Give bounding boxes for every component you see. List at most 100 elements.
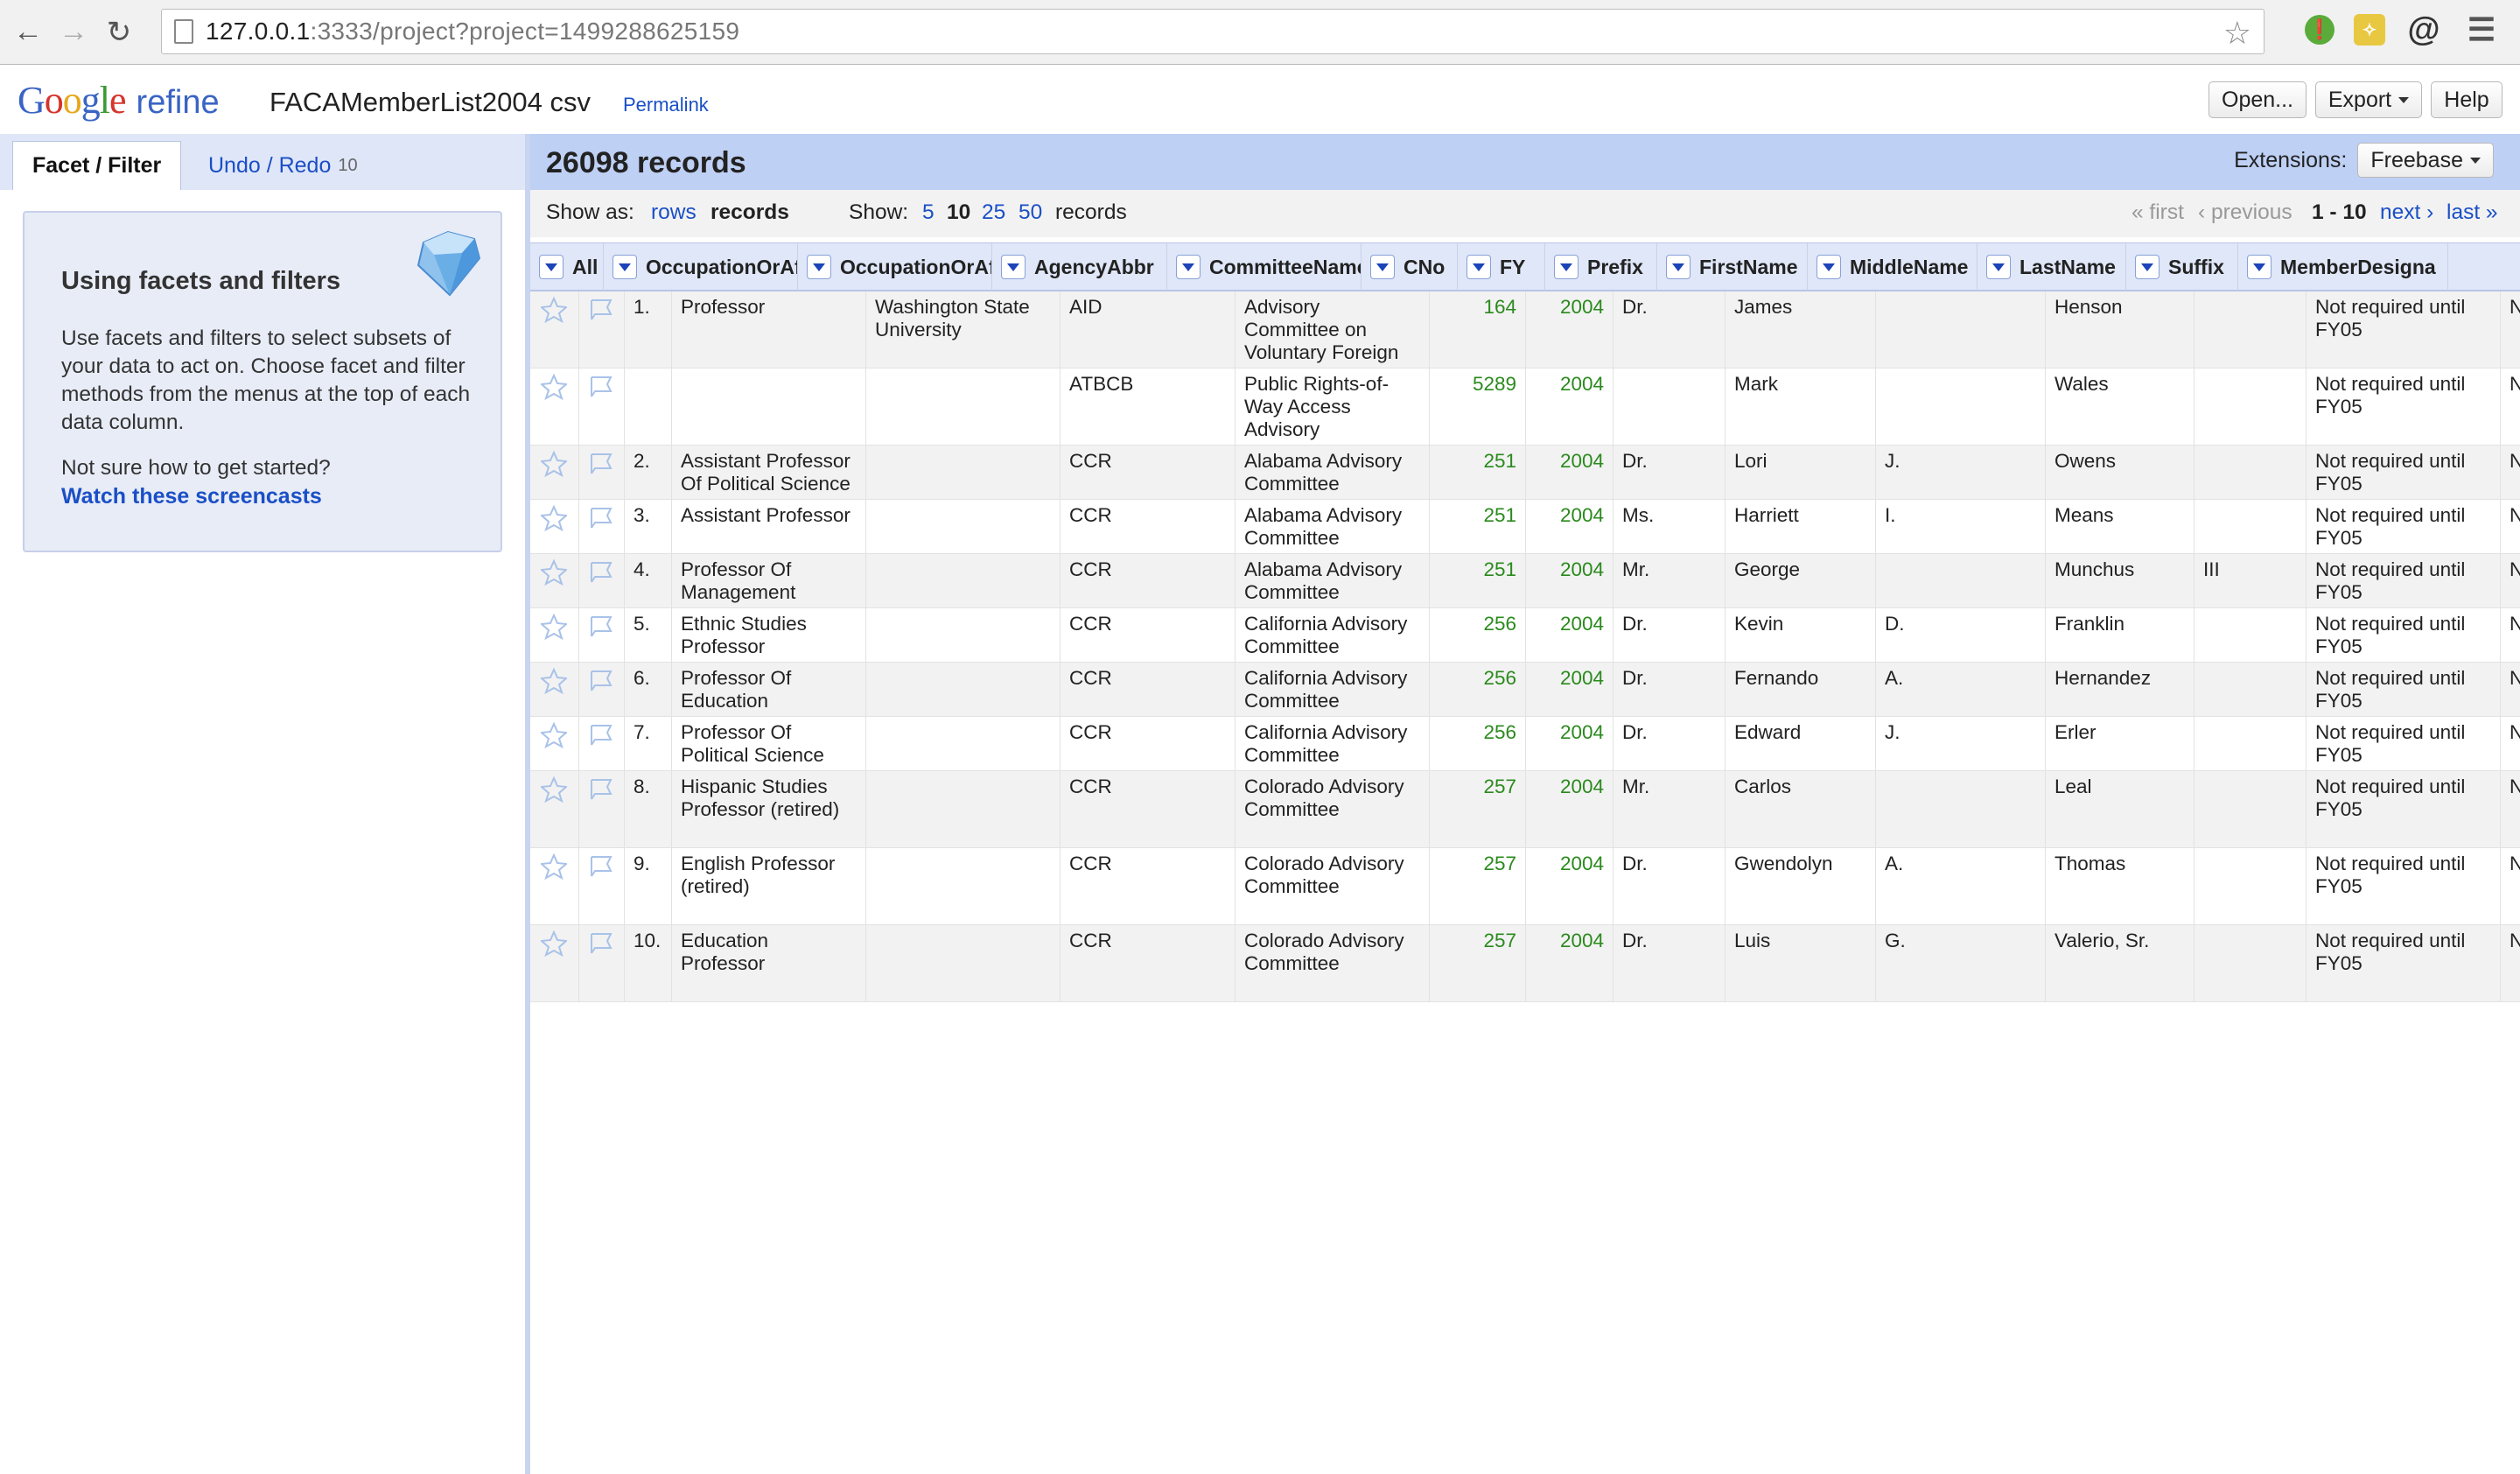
- extension-icon[interactable]: ✧: [2354, 14, 2385, 46]
- table-cell-occ1[interactable]: Assistant Professor Of Political Science: [672, 446, 866, 499]
- show-5-link[interactable]: 5: [922, 200, 934, 225]
- table-cell-committee[interactable]: Colorado Advisory Committee: [1236, 848, 1430, 924]
- table-cell-extra[interactable]: No: [2501, 925, 2520, 1001]
- table-cell-member[interactable]: Not required until FY05: [2306, 717, 2501, 770]
- table-cell-first[interactable]: Carlos: [1726, 771, 1876, 847]
- table-cell-extra[interactable]: No: [2501, 291, 2520, 368]
- star-icon[interactable]: [539, 613, 569, 645]
- table-cell-n[interactable]: 6.: [625, 663, 672, 716]
- column-header[interactable]: Prefix: [1545, 243, 1657, 291]
- column-menu-dropdown-icon[interactable]: [1666, 255, 1690, 279]
- star-icon[interactable]: [539, 853, 569, 885]
- column-header[interactable]: Suffix: [2126, 243, 2238, 291]
- table-cell-agency[interactable]: CCR: [1060, 663, 1236, 716]
- table-cell-middle[interactable]: J.: [1876, 446, 2046, 499]
- screencasts-link[interactable]: Watch these screencasts: [61, 484, 322, 509]
- table-cell-agency[interactable]: AID: [1060, 291, 1236, 368]
- table-cell-occ1[interactable]: Assistant Professor: [672, 500, 866, 553]
- table-cell-n[interactable]: 3.: [625, 500, 672, 553]
- table-cell-committee[interactable]: Colorado Advisory Committee: [1236, 925, 1430, 1001]
- table-cell-occ2[interactable]: [866, 717, 1060, 770]
- table-cell-n[interactable]: 10.: [625, 925, 672, 1001]
- table-cell-member[interactable]: Not required until FY05: [2306, 663, 2501, 716]
- table-cell-extra[interactable]: No: [2501, 771, 2520, 847]
- table-cell-suffix[interactable]: [2194, 368, 2306, 445]
- star-icon[interactable]: [539, 667, 569, 699]
- table-cell-agency[interactable]: CCR: [1060, 446, 1236, 499]
- project-title[interactable]: FACAMemberList2004 csv: [270, 87, 591, 118]
- table-cell-middle[interactable]: [1876, 554, 2046, 607]
- star-icon[interactable]: [539, 721, 569, 754]
- flag-icon[interactable]: [586, 559, 616, 591]
- column-header[interactable]: OccupationOrAf: [604, 243, 798, 291]
- table-cell-occ2[interactable]: [866, 446, 1060, 499]
- table-cell-suffix[interactable]: [2194, 291, 2306, 368]
- table-cell-cno[interactable]: 257: [1430, 848, 1526, 924]
- flag-icon[interactable]: [586, 451, 616, 482]
- table-cell-first[interactable]: James: [1726, 291, 1876, 368]
- table-cell-agency[interactable]: CCR: [1060, 848, 1236, 924]
- table-cell-prefix[interactable]: Dr.: [1614, 925, 1726, 1001]
- table-cell-member[interactable]: Not required until FY05: [2306, 368, 2501, 445]
- column-menu-dropdown-icon[interactable]: [1986, 255, 2011, 279]
- table-cell-committee[interactable]: Advisory Committee on Voluntary Foreign …: [1236, 291, 1430, 368]
- table-cell-agency[interactable]: CCR: [1060, 554, 1236, 607]
- table-cell-cno[interactable]: 5289: [1430, 368, 1526, 445]
- table-cell-agency[interactable]: CCR: [1060, 608, 1236, 662]
- forward-icon[interactable]: →: [56, 15, 91, 50]
- help-button[interactable]: Help: [2431, 81, 2502, 118]
- table-cell-suffix[interactable]: [2194, 771, 2306, 847]
- table-cell-cno[interactable]: 256: [1430, 608, 1526, 662]
- table-cell-first[interactable]: Mark: [1726, 368, 1876, 445]
- table-cell-member[interactable]: Not required until FY05: [2306, 608, 2501, 662]
- show-25-link[interactable]: 25: [982, 200, 1005, 225]
- table-cell-occ1[interactable]: English Professor (retired): [672, 848, 866, 924]
- flag-icon[interactable]: [586, 930, 616, 962]
- flag-icon[interactable]: [586, 505, 616, 537]
- table-cell-committee[interactable]: California Advisory Committee: [1236, 717, 1430, 770]
- table-cell-occ1[interactable]: Hispanic Studies Professor (retired): [672, 771, 866, 847]
- table-cell-committee[interactable]: California Advisory Committee: [1236, 663, 1430, 716]
- table-cell-fy[interactable]: 2004: [1526, 291, 1614, 368]
- table-cell-prefix[interactable]: Mr.: [1614, 771, 1726, 847]
- table-cell-extra[interactable]: No: [2501, 446, 2520, 499]
- column-header[interactable]: CommitteeName: [1167, 243, 1362, 291]
- table-cell-cno[interactable]: 164: [1430, 291, 1526, 368]
- table-cell-committee[interactable]: Public Rights-of-Way Access Advisory Com…: [1236, 368, 1430, 445]
- table-cell-middle[interactable]: I.: [1876, 500, 2046, 553]
- table-cell-prefix[interactable]: [1614, 368, 1726, 445]
- table-cell-last[interactable]: Franklin: [2046, 608, 2194, 662]
- table-cell-middle[interactable]: G.: [1876, 925, 2046, 1001]
- table-cell-prefix[interactable]: Dr.: [1614, 446, 1726, 499]
- table-cell-last[interactable]: Wales: [2046, 368, 2194, 445]
- column-header[interactable]: FirstName: [1657, 243, 1808, 291]
- menu-icon[interactable]: ☰: [2462, 11, 2501, 49]
- column-menu-dropdown-icon[interactable]: [1466, 255, 1491, 279]
- show-50-link[interactable]: 50: [1018, 200, 1042, 225]
- table-cell-last[interactable]: Erler: [2046, 717, 2194, 770]
- table-cell-fy[interactable]: 2004: [1526, 554, 1614, 607]
- table-cell-committee[interactable]: Alabama Advisory Committee: [1236, 446, 1430, 499]
- table-cell-prefix[interactable]: Dr.: [1614, 848, 1726, 924]
- table-cell-last[interactable]: Henson: [2046, 291, 2194, 368]
- evernote-extension-icon[interactable]: ❗: [2305, 15, 2334, 45]
- table-cell-suffix[interactable]: III: [2194, 554, 2306, 607]
- table-cell-first[interactable]: Kevin: [1726, 608, 1876, 662]
- export-button[interactable]: Export: [2315, 81, 2422, 118]
- column-menu-dropdown-icon[interactable]: [1370, 255, 1395, 279]
- flag-icon[interactable]: [586, 668, 616, 699]
- table-cell-middle[interactable]: J.: [1876, 717, 2046, 770]
- show-as-rows-link[interactable]: rows: [651, 200, 696, 225]
- table-cell-occ2[interactable]: [866, 500, 1060, 553]
- table-cell-prefix[interactable]: Dr.: [1614, 717, 1726, 770]
- tab-facet-filter[interactable]: Facet / Filter: [12, 141, 182, 190]
- table-cell-first[interactable]: Edward: [1726, 717, 1876, 770]
- table-cell-last[interactable]: Leal: [2046, 771, 2194, 847]
- table-cell-n[interactable]: 8.: [625, 771, 672, 847]
- table-cell-fy[interactable]: 2004: [1526, 771, 1614, 847]
- table-cell-last[interactable]: Means: [2046, 500, 2194, 553]
- column-header[interactable]: FY: [1458, 243, 1545, 291]
- column-menu-dropdown-icon[interactable]: [1554, 255, 1578, 279]
- table-cell-middle[interactable]: A.: [1876, 663, 2046, 716]
- back-icon[interactable]: ←: [10, 15, 46, 50]
